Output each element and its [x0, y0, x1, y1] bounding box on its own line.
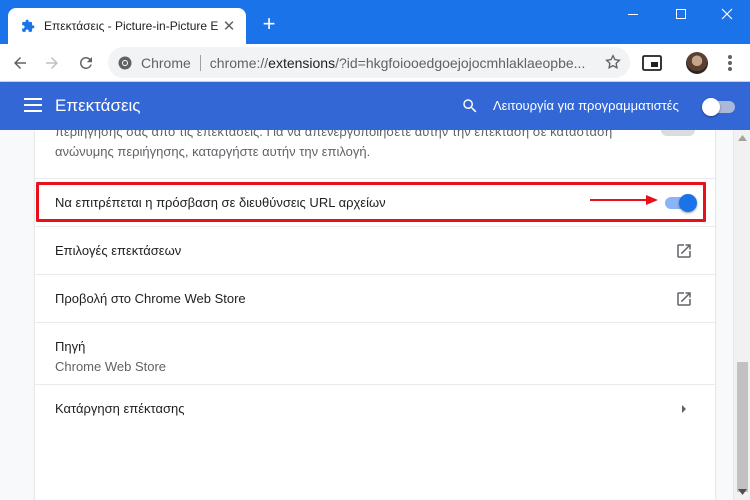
scroll-down-arrow-icon[interactable]	[738, 489, 747, 495]
page-title: Επεκτάσεις	[55, 96, 141, 115]
web-store-row[interactable]: Προβολή στο Chrome Web Store	[35, 274, 715, 322]
url-rest: /?id=hkgfoiooedgoejojocmhlaklaeopbe...	[335, 54, 586, 71]
remove-extension-row[interactable]: Κατάργηση επέκτασης	[35, 384, 715, 432]
profile-avatar[interactable]	[686, 52, 708, 74]
incognito-description-line-1: περιήγησής σας από τις επεκτάσεις. Για ν…	[55, 130, 613, 139]
developer-mode-label: Λειτουργία για προγραμματιστές	[493, 98, 679, 113]
puzzle-piece-icon	[20, 18, 36, 34]
url-host: extensions	[268, 54, 336, 71]
scrollbar-thumb[interactable]	[737, 362, 748, 492]
picture-in-picture-icon[interactable]	[642, 55, 662, 71]
kebab-menu-icon[interactable]	[721, 54, 739, 72]
incognito-description-line-2: ανώνυμης περιήγησης, καταργήστε αυτήν τη…	[55, 144, 371, 159]
extension-details-page: περιήγησής σας από τις επεκτάσεις. Για ν…	[0, 130, 733, 500]
address-bar[interactable]: Chrome chrome://extensions/?id=hkgfoiooe…	[108, 47, 630, 78]
extensions-header: Επεκτάσεις Λειτουργία για προγραμματιστέ…	[0, 82, 750, 130]
tab-close-icon[interactable]: ✕	[220, 17, 238, 35]
chrome-chip: Chrome	[141, 54, 191, 71]
tab-strip: Επεκτάσεις - Picture-in-Picture E ✕ +	[0, 0, 750, 44]
search-icon[interactable]	[461, 97, 479, 115]
reload-icon[interactable]	[72, 49, 100, 77]
bookmark-star-icon[interactable]	[604, 53, 622, 71]
incognito-description: περιήγησής σας από τις επεκτάσεις. Για ν…	[55, 130, 655, 162]
hamburger-menu-icon[interactable]	[24, 98, 42, 112]
source-row: Πηγή Chrome Web Store	[35, 322, 715, 384]
incognito-toggle[interactable]	[661, 130, 695, 136]
back-arrow-icon[interactable]	[6, 49, 34, 77]
new-tab-button[interactable]: +	[258, 13, 280, 35]
url-text[interactable]: chrome://extensions/?id=hkgfoiooedgoejoj…	[210, 55, 590, 71]
annotation-arrow	[590, 195, 658, 205]
forward-arrow-icon[interactable]	[38, 49, 66, 77]
developer-mode-toggle[interactable]	[702, 98, 736, 116]
remove-extension-label: Κατάργηση επέκτασης	[55, 401, 185, 416]
source-value: Chrome Web Store	[55, 359, 167, 374]
scrollbar[interactable]	[733, 130, 750, 500]
open-in-new-icon[interactable]	[675, 242, 693, 260]
open-in-new-icon[interactable]	[675, 290, 693, 308]
scroll-up-arrow-icon[interactable]	[738, 135, 747, 141]
browser-toolbar: Chrome chrome://extensions/?id=hkgfoiooe…	[0, 44, 750, 82]
tab-title: Επεκτάσεις - Picture-in-Picture E	[44, 19, 219, 33]
close-icon[interactable]	[704, 4, 750, 24]
extension-options-row[interactable]: Επιλογές επεκτάσεων	[35, 226, 715, 274]
url-prefix: chrome://	[209, 54, 269, 71]
chrome-logo-icon	[118, 56, 132, 69]
source-label: Πηγή	[55, 339, 86, 354]
omnibox-separator	[199, 54, 201, 71]
file-url-access-toggle[interactable]	[663, 194, 697, 212]
minimize-icon[interactable]	[610, 4, 656, 24]
browser-tab[interactable]: Επεκτάσεις - Picture-in-Picture E ✕	[8, 8, 246, 44]
extension-details-card: περιήγησής σας από τις επεκτάσεις. Για ν…	[35, 130, 715, 500]
maximize-icon[interactable]	[658, 4, 704, 24]
web-store-label: Προβολή στο Chrome Web Store	[55, 291, 246, 306]
extension-options-label: Επιλογές επεκτάσεων	[55, 243, 182, 258]
chevron-right-icon	[682, 405, 686, 413]
